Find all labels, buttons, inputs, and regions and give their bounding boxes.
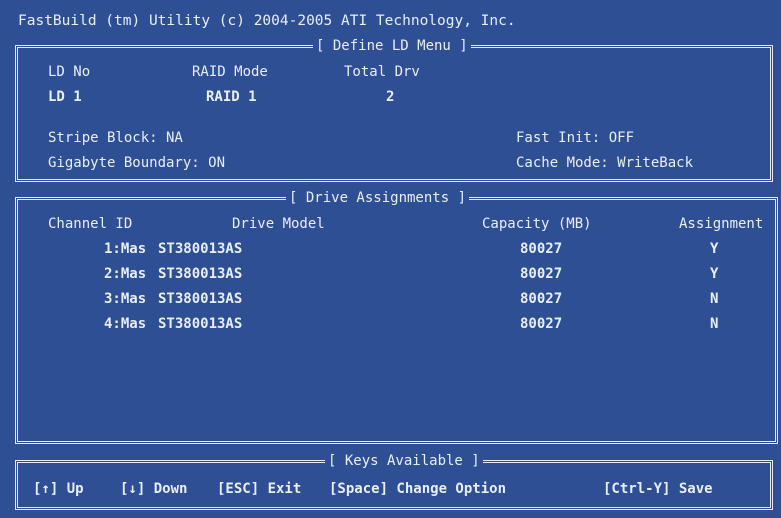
channel-cell: 2:Mas bbox=[104, 266, 147, 282]
stripe-block-field[interactable]: Stripe Block: NA bbox=[48, 130, 183, 146]
model-cell: ST380013AS bbox=[158, 316, 243, 332]
raid-mode-header: RAID Mode bbox=[192, 64, 268, 80]
assignment-cell[interactable]: N bbox=[710, 316, 718, 332]
assignment-cell[interactable]: Y bbox=[710, 241, 718, 257]
total-drv-value[interactable]: 2 bbox=[386, 89, 394, 105]
channel-cell: 4:Mas bbox=[104, 316, 147, 332]
ld-no-value: LD 1 bbox=[48, 89, 82, 105]
assignment-cell[interactable]: Y bbox=[710, 266, 718, 282]
channel-cell: 3:Mas bbox=[104, 291, 147, 307]
assignment-header: Assignment bbox=[679, 216, 764, 232]
gigabyte-boundary-field[interactable]: Gigabyte Boundary: ON bbox=[48, 155, 225, 171]
define-ld-title: [ Define LD Menu ] bbox=[313, 38, 471, 54]
capacity-cell: 80027 bbox=[520, 291, 563, 307]
cache-mode-field[interactable]: Cache Mode: WriteBack bbox=[516, 155, 693, 171]
model-cell: ST380013AS bbox=[158, 266, 243, 282]
key-up-hint: [↑] Up bbox=[33, 481, 84, 497]
model-cell: ST380013AS bbox=[158, 291, 243, 307]
keys-title: [ Keys Available ] bbox=[325, 453, 483, 469]
assignment-cell[interactable]: N bbox=[710, 291, 718, 307]
channel-id-header: Channel ID bbox=[48, 216, 133, 232]
key-change-option-hint: [Space] Change Option bbox=[329, 481, 507, 497]
capacity-cell: 80027 bbox=[520, 241, 563, 257]
capacity-header: Capacity (MB) bbox=[482, 216, 592, 232]
model-cell: ST380013AS bbox=[158, 241, 243, 257]
app-title: FastBuild (tm) Utility (c) 2004-2005 ATI… bbox=[18, 13, 516, 29]
capacity-cell: 80027 bbox=[520, 316, 563, 332]
key-exit-hint: [ESC] Exit bbox=[217, 481, 302, 497]
total-drv-header: Total Drv bbox=[344, 64, 420, 80]
drive-model-header: Drive Model bbox=[232, 216, 325, 232]
fast-init-field[interactable]: Fast Init: OFF bbox=[516, 130, 634, 146]
channel-cell: 1:Mas bbox=[104, 241, 147, 257]
capacity-cell: 80027 bbox=[520, 266, 563, 282]
key-down-hint: [↓] Down bbox=[120, 481, 188, 497]
raid-mode-value[interactable]: RAID 1 bbox=[206, 89, 257, 105]
drive-assignments-title: [ Drive Assignments ] bbox=[286, 190, 470, 206]
key-save-hint: [Ctrl-Y] Save bbox=[603, 481, 713, 497]
ld-no-header: LD No bbox=[48, 64, 91, 80]
